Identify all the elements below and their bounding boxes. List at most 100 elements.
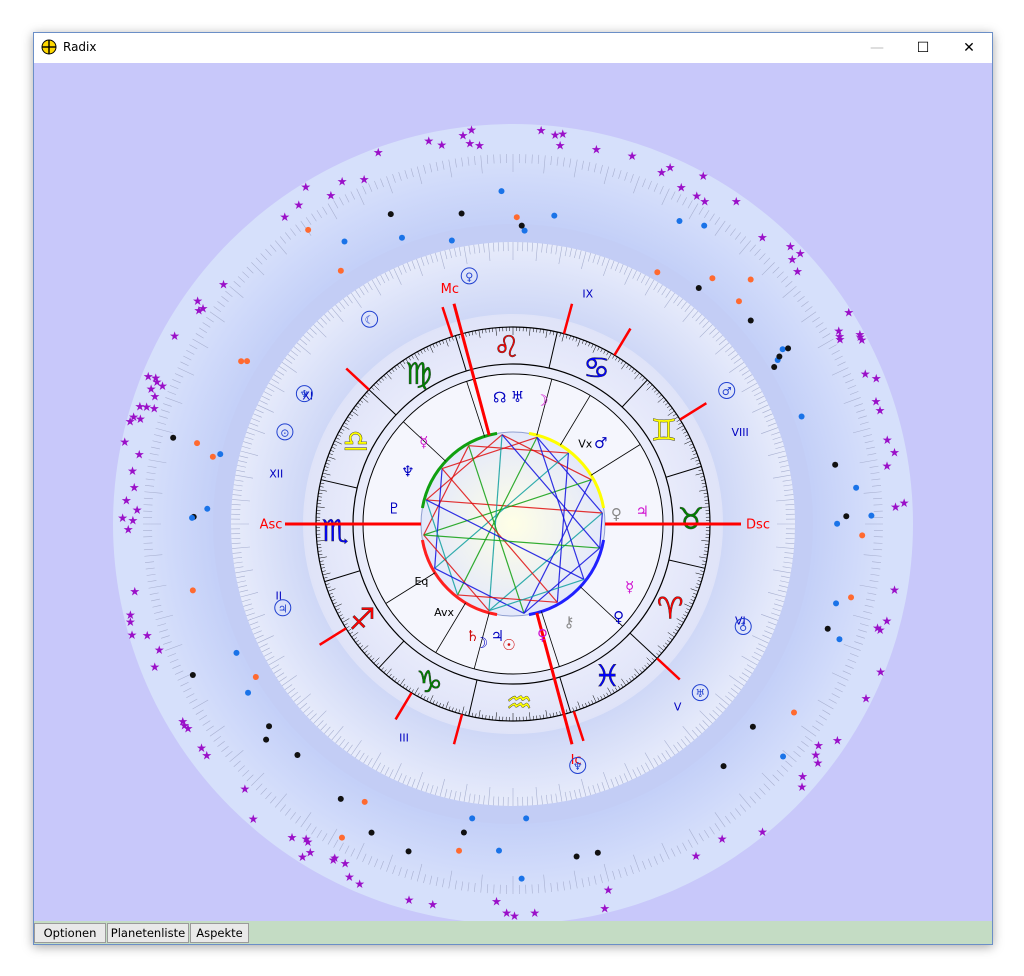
scorpio-icon: ♏: [322, 514, 349, 549]
star-icon: ★: [465, 137, 476, 151]
close-button[interactable]: ✕: [946, 33, 992, 63]
body-dot: [341, 238, 348, 245]
body-dot: [263, 736, 270, 743]
star-icon: ★: [119, 435, 130, 449]
title-bar[interactable]: Radix — ☐ ✕: [34, 33, 992, 63]
body-dot: [469, 815, 476, 822]
body-dot: [833, 600, 840, 607]
moon-icon-2: ☽: [475, 634, 488, 652]
star-icon: ★: [797, 780, 808, 794]
star-icon: ★: [359, 172, 370, 186]
minimize-button[interactable]: —: [854, 33, 900, 63]
star-icon: ★: [795, 246, 806, 260]
options-button[interactable]: Optionen: [34, 923, 106, 943]
star-icon: ★: [340, 856, 351, 870]
star-icon: ★: [121, 494, 132, 508]
body-dot: [749, 723, 756, 730]
body-dot: [448, 237, 455, 244]
body-dot: [405, 848, 412, 855]
star-icon: ★: [142, 628, 153, 642]
body-dot: [824, 625, 831, 632]
body-dot: [189, 671, 196, 678]
star-icon: ★: [132, 503, 143, 517]
star-icon: ★: [536, 124, 547, 138]
asc-label: Asc: [260, 518, 283, 533]
body-dot: [791, 709, 798, 716]
star-icon: ★: [423, 134, 434, 148]
outer-jupiter-icon: ♃: [278, 602, 288, 615]
body-dot: [245, 689, 252, 696]
mercury-icon-2: ☿: [625, 578, 634, 596]
virgo-icon: ♍: [405, 357, 432, 392]
body-dot: [398, 234, 405, 241]
house-label: V: [674, 701, 682, 714]
star-icon: ★: [881, 614, 892, 628]
body-dot: [836, 636, 843, 643]
body-dot: [456, 847, 463, 854]
star-icon: ★: [129, 481, 140, 495]
planet-list-button[interactable]: Planetenliste: [107, 923, 189, 943]
star-icon: ★: [832, 733, 843, 747]
libra-icon: ♎: [342, 424, 369, 459]
aspects-button[interactable]: Aspekte: [190, 923, 249, 943]
eq-label: Eq: [414, 575, 428, 588]
body-dot: [518, 222, 525, 229]
body-dot: [495, 847, 502, 854]
body-dot: [217, 451, 224, 458]
star-icon: ★: [871, 395, 882, 409]
body-dot: [338, 834, 345, 841]
window-title: Radix: [63, 40, 97, 54]
body-dot: [194, 440, 201, 447]
star-icon: ★: [279, 210, 290, 224]
body-dot: [523, 815, 530, 822]
star-icon: ★: [603, 883, 614, 897]
outer-neptune-icon: ♆: [299, 388, 309, 401]
star-icon: ★: [373, 146, 384, 160]
pisces-icon: ♓: [594, 659, 621, 694]
body-dot: [868, 512, 875, 519]
star-icon: ★: [813, 738, 824, 752]
star-icon: ★: [179, 718, 190, 732]
body-dot: [771, 364, 778, 371]
star-icon: ★: [731, 195, 742, 209]
outer-sun-icon: ⊙: [280, 426, 289, 439]
body-dot: [170, 434, 177, 441]
star-icon: ★: [833, 324, 844, 338]
star-icon: ★: [509, 909, 520, 921]
leo-icon: ♌: [493, 330, 520, 365]
star-icon: ★: [149, 660, 160, 674]
capricorn-icon: ♑: [416, 665, 443, 700]
house-label: IX: [582, 288, 593, 301]
body-dot: [832, 461, 839, 468]
app-icon: [41, 39, 57, 55]
star-icon: ★: [135, 412, 146, 426]
body-dot: [780, 753, 787, 760]
body-dot: [513, 214, 520, 221]
maximize-button[interactable]: ☐: [900, 33, 946, 63]
body-dot: [843, 513, 850, 520]
star-icon: ★: [861, 692, 872, 706]
star-icon: ★: [889, 445, 900, 459]
body-dot: [189, 514, 196, 521]
star-icon: ★: [127, 464, 138, 478]
body-dot: [785, 345, 792, 352]
body-dot: [337, 795, 344, 802]
star-icon: ★: [757, 230, 768, 244]
radix-wheel[interactable]: ♏♎♍♌♋♊♉♈♓♒♑♐Asc DscMcIcIIIIIVVIVIIIIXXIXI…: [34, 63, 992, 921]
body-dot: [709, 275, 716, 282]
body-dot: [776, 353, 783, 360]
house-label: XII: [269, 468, 283, 481]
body-dot: [305, 226, 312, 233]
star-icon: ★: [127, 628, 138, 642]
node-icon: ☊: [493, 389, 506, 407]
star-icon: ★: [899, 496, 910, 510]
house-label: VIII: [732, 426, 749, 439]
star-icon: ★: [239, 782, 250, 796]
chart-area[interactable]: ♏ ♎ ♍ ♌ ♋ ♊ ♉ ♈ ♓ ♒ ♑ ♐ Asc Dsc Mc Ic II III V VI VIII IX XI XI…: [34, 63, 992, 921]
outer-mars-icon: ♂: [722, 385, 732, 398]
body-dot: [209, 453, 216, 460]
star-icon: ★: [882, 459, 893, 473]
body-dot: [460, 829, 467, 836]
radix-window: Radix — ☐ ✕ ♏ ♎ ♍ ♌ ♋ ♊ ♉ ♈ ♓ ♒ ♑ ♐ Asc Dsc Mc Ic II III V…: [33, 32, 993, 945]
star-icon: ★: [154, 643, 165, 657]
